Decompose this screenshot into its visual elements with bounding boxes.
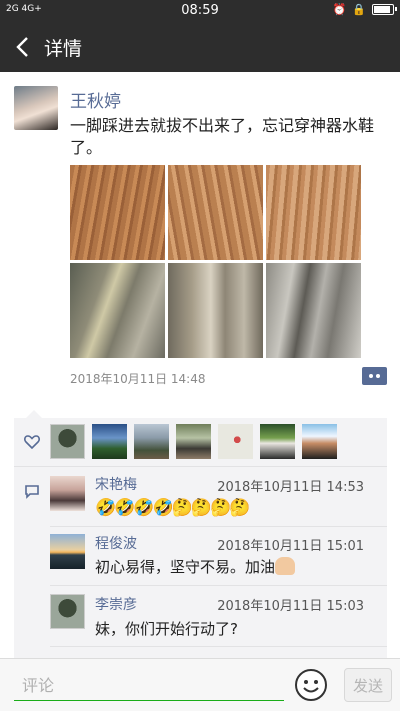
commenter-name[interactable]: 宋艳梅 <box>95 474 137 494</box>
comment-divider <box>50 646 387 647</box>
comment-time: 2018年10月11日 14:53 <box>217 480 364 495</box>
commenter-avatar[interactable] <box>50 534 85 569</box>
post-photo[interactable] <box>168 263 263 358</box>
status-bar: 2G 4G+ 08:59 ⏰ 🔒 <box>0 0 400 22</box>
post-timestamp: 2018年10月11日 14:48 <box>70 372 206 386</box>
comment-time: 2018年10月11日 15:01 <box>217 539 364 554</box>
post-photo[interactable] <box>266 263 361 358</box>
emoji-sequence: 🤣🤣🤣🤣🤔🤔🤔🤔 <box>95 498 250 518</box>
commenter-name[interactable]: 李崇彦 <box>95 594 137 614</box>
liker-avatar[interactable] <box>218 424 253 459</box>
commenter-avatar[interactable] <box>50 476 85 511</box>
comment-divider <box>50 585 387 586</box>
commenter-avatar[interactable] <box>50 594 85 629</box>
title-bar: 详情 <box>0 22 400 72</box>
post-photo[interactable] <box>70 165 165 260</box>
battery-icon <box>372 4 397 15</box>
comment-divider <box>50 526 387 527</box>
panel-divider <box>14 466 387 467</box>
lock-icon: 🔒 <box>352 3 366 16</box>
comment-input[interactable] <box>14 671 284 701</box>
post-author-name[interactable]: 王秋婷 <box>70 87 121 112</box>
emoji-icon[interactable] <box>294 668 328 702</box>
send-button[interactable]: 发送 <box>344 668 392 702</box>
liker-avatar[interactable] <box>260 424 295 459</box>
comment-bubble-icon <box>25 485 39 499</box>
status-icons: ⏰ 🔒 <box>332 3 397 16</box>
alarm-icon: ⏰ <box>332 3 347 16</box>
comment-time: 2018年10月11日 15:03 <box>217 599 364 614</box>
liker-avatar[interactable] <box>92 424 127 459</box>
comment-text: 初心易得，坚守不易。加油 <box>95 556 296 577</box>
author-avatar[interactable] <box>14 86 58 130</box>
commenter-name[interactable]: 程俊波 <box>95 533 137 553</box>
comment-action-button[interactable] <box>362 367 387 385</box>
post-photo[interactable] <box>266 165 361 260</box>
comment-text: 妹，你们开始行动了? <box>95 620 238 638</box>
heart-icon <box>24 435 40 449</box>
strong-arm-icon <box>275 557 296 575</box>
liker-avatar[interactable] <box>50 424 85 459</box>
panel-arrow <box>26 410 42 418</box>
post-photo[interactable] <box>70 263 165 358</box>
comment-text: 🤣🤣🤣🤣🤔🤔🤔🤔 <box>95 498 250 519</box>
liker-avatar[interactable] <box>302 424 337 459</box>
comment-input-bar: 发送 <box>0 658 400 711</box>
page-title: 详情 <box>44 38 83 60</box>
liker-avatar[interactable] <box>176 424 211 459</box>
post-text: 一脚踩进去就拔不出来了，忘记穿神器水鞋了。 <box>70 116 375 157</box>
post-photo[interactable] <box>168 165 263 260</box>
liker-avatar[interactable] <box>134 424 169 459</box>
back-arrow-icon[interactable] <box>14 35 34 59</box>
comment-body: 初心易得，坚守不易。加油 <box>95 558 276 576</box>
